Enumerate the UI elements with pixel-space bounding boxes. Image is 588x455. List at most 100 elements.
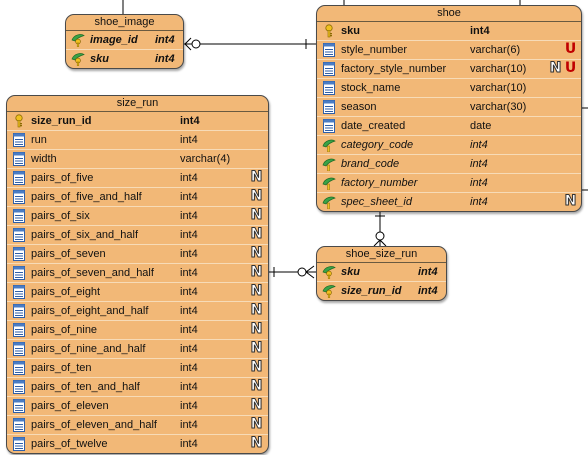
column-icon bbox=[12, 228, 26, 242]
column-row[interactable]: sku int4 bbox=[66, 50, 183, 68]
column-name: size_run_id bbox=[31, 115, 92, 127]
column-row[interactable]: pairs_of_five int4 N bbox=[7, 169, 268, 188]
column-name: pairs_of_seven_and_half bbox=[31, 267, 154, 279]
column-row[interactable]: run int4 bbox=[7, 131, 268, 150]
column-name: stock_name bbox=[341, 82, 401, 94]
column-row[interactable]: category_code int4 bbox=[317, 136, 581, 155]
leaf-icon bbox=[322, 176, 336, 191]
link-shoe-shoe-size-run bbox=[373, 208, 387, 247]
column-row[interactable]: pairs_of_twelve int4 N bbox=[7, 435, 268, 453]
table-title: shoe bbox=[317, 6, 581, 22]
column-row[interactable]: size_run_id int4 bbox=[317, 282, 446, 300]
link-shoe-image-shoe bbox=[182, 37, 316, 51]
column-row[interactable]: factory_number int4 bbox=[317, 174, 581, 193]
column-icon bbox=[12, 247, 26, 261]
column-row[interactable]: pairs_of_eleven_and_half int4 N bbox=[7, 416, 268, 435]
column-row[interactable]: pairs_of_ten_and_half int4 N bbox=[7, 378, 268, 397]
column-row[interactable]: pairs_of_nine_and_half int4 N bbox=[7, 340, 268, 359]
column-type: int4 bbox=[180, 343, 198, 355]
table-title: shoe_image bbox=[66, 15, 183, 31]
table-shoe-image[interactable]: shoe_image image_id int4 sku int4 bbox=[65, 14, 184, 69]
column-row[interactable]: season varchar(30) bbox=[317, 98, 581, 117]
column-row[interactable]: spec_sheet_id int4 N bbox=[317, 193, 581, 211]
column-icon bbox=[12, 285, 26, 299]
column-row[interactable]: width varchar(4) bbox=[7, 150, 268, 169]
nullable-badge: N bbox=[250, 207, 263, 223]
column-name: pairs_of_five bbox=[31, 172, 94, 184]
column-row[interactable]: size_run_id int4 bbox=[7, 112, 268, 131]
column-icon bbox=[322, 62, 336, 76]
column-row[interactable]: brand_code int4 bbox=[317, 155, 581, 174]
column-row[interactable]: pairs_of_eight_and_half int4 N bbox=[7, 302, 268, 321]
key-icon bbox=[322, 24, 336, 38]
column-row[interactable]: pairs_of_seven int4 N bbox=[7, 245, 268, 264]
key-leaf-icon bbox=[322, 284, 336, 299]
column-icon bbox=[12, 171, 26, 185]
column-type: varchar(4) bbox=[180, 153, 231, 165]
column-row[interactable]: factory_style_number varchar(10) N U bbox=[317, 60, 581, 79]
column-name: pairs_of_eleven bbox=[31, 400, 109, 412]
table-shoe[interactable]: shoe sku int4 style_number varchar(6) Ufacto… bbox=[316, 5, 582, 212]
column-row[interactable]: style_number varchar(6) U bbox=[317, 41, 581, 60]
key-leaf-icon bbox=[322, 265, 336, 280]
column-name: pairs_of_six bbox=[31, 210, 90, 222]
link-size-run-shoe-size-run bbox=[267, 265, 316, 279]
column-name: spec_sheet_id bbox=[341, 196, 412, 208]
column-name: pairs_of_twelve bbox=[31, 438, 108, 450]
column-row[interactable]: sku int4 bbox=[317, 22, 581, 41]
column-row[interactable]: pairs_of_six_and_half int4 N bbox=[7, 226, 268, 245]
unique-badge: U bbox=[564, 60, 577, 76]
column-type: int4 bbox=[180, 305, 198, 317]
column-name: factory_style_number bbox=[341, 63, 447, 75]
nullable-badge: N bbox=[250, 359, 263, 375]
column-icon bbox=[12, 418, 26, 432]
column-name: pairs_of_ten bbox=[31, 362, 92, 374]
column-type: int4 bbox=[180, 362, 198, 374]
column-row[interactable]: pairs_of_six int4 N bbox=[7, 207, 268, 226]
leaf-icon bbox=[322, 195, 336, 210]
nullable-badge: N bbox=[250, 283, 263, 299]
leaf-icon bbox=[322, 138, 336, 153]
table-size-run[interactable]: size_run size_run_id int4 run int4 width varc… bbox=[6, 95, 269, 454]
column-type: int4 bbox=[180, 267, 198, 279]
nullable-badge: N bbox=[250, 264, 263, 280]
column-icon bbox=[12, 399, 26, 413]
unique-badge: U bbox=[564, 41, 577, 57]
leaf-icon bbox=[322, 157, 336, 172]
column-name: style_number bbox=[341, 44, 408, 56]
table-shoe-size-run[interactable]: shoe_size_run sku int4 size_run_id int4 bbox=[316, 246, 447, 301]
column-type: int4 bbox=[180, 438, 198, 450]
nullable-badge: N bbox=[250, 302, 263, 318]
column-icon bbox=[12, 190, 26, 204]
column-row[interactable]: pairs_of_five_and_half int4 N bbox=[7, 188, 268, 207]
column-row[interactable]: pairs_of_nine int4 N bbox=[7, 321, 268, 340]
column-name: pairs_of_seven bbox=[31, 248, 106, 260]
column-name: pairs_of_nine bbox=[31, 324, 98, 336]
column-name: size_run_id bbox=[341, 285, 402, 297]
column-row[interactable]: date_created date bbox=[317, 117, 581, 136]
column-type: int4 bbox=[180, 400, 198, 412]
column-name: factory_number bbox=[341, 177, 418, 189]
column-type: int4 bbox=[155, 53, 175, 65]
column-name: sku bbox=[90, 53, 109, 65]
column-type: varchar(10) bbox=[470, 82, 527, 94]
column-name: pairs_of_eight_and_half bbox=[31, 305, 149, 317]
column-type: int4 bbox=[418, 285, 438, 297]
column-type: varchar(30) bbox=[470, 101, 527, 113]
column-type: int4 bbox=[180, 286, 198, 298]
nullable-badge: N bbox=[250, 188, 263, 204]
column-type: int4 bbox=[470, 158, 488, 170]
column-row[interactable]: pairs_of_ten int4 N bbox=[7, 359, 268, 378]
column-row[interactable]: pairs_of_eight int4 N bbox=[7, 283, 268, 302]
column-type: int4 bbox=[180, 134, 198, 146]
column-row[interactable]: pairs_of_eleven int4 N bbox=[7, 397, 268, 416]
nullable-badge: N bbox=[250, 245, 263, 261]
column-row[interactable]: pairs_of_seven_and_half int4 N bbox=[7, 264, 268, 283]
column-row[interactable]: stock_name varchar(10) bbox=[317, 79, 581, 98]
nullable-badge: N bbox=[250, 416, 263, 432]
column-type: int4 bbox=[470, 196, 488, 208]
column-row[interactable]: sku int4 bbox=[317, 263, 446, 282]
column-row[interactable]: image_id int4 bbox=[66, 31, 183, 50]
nullable-badge: N bbox=[250, 169, 263, 185]
nullable-badge: N bbox=[250, 397, 263, 413]
